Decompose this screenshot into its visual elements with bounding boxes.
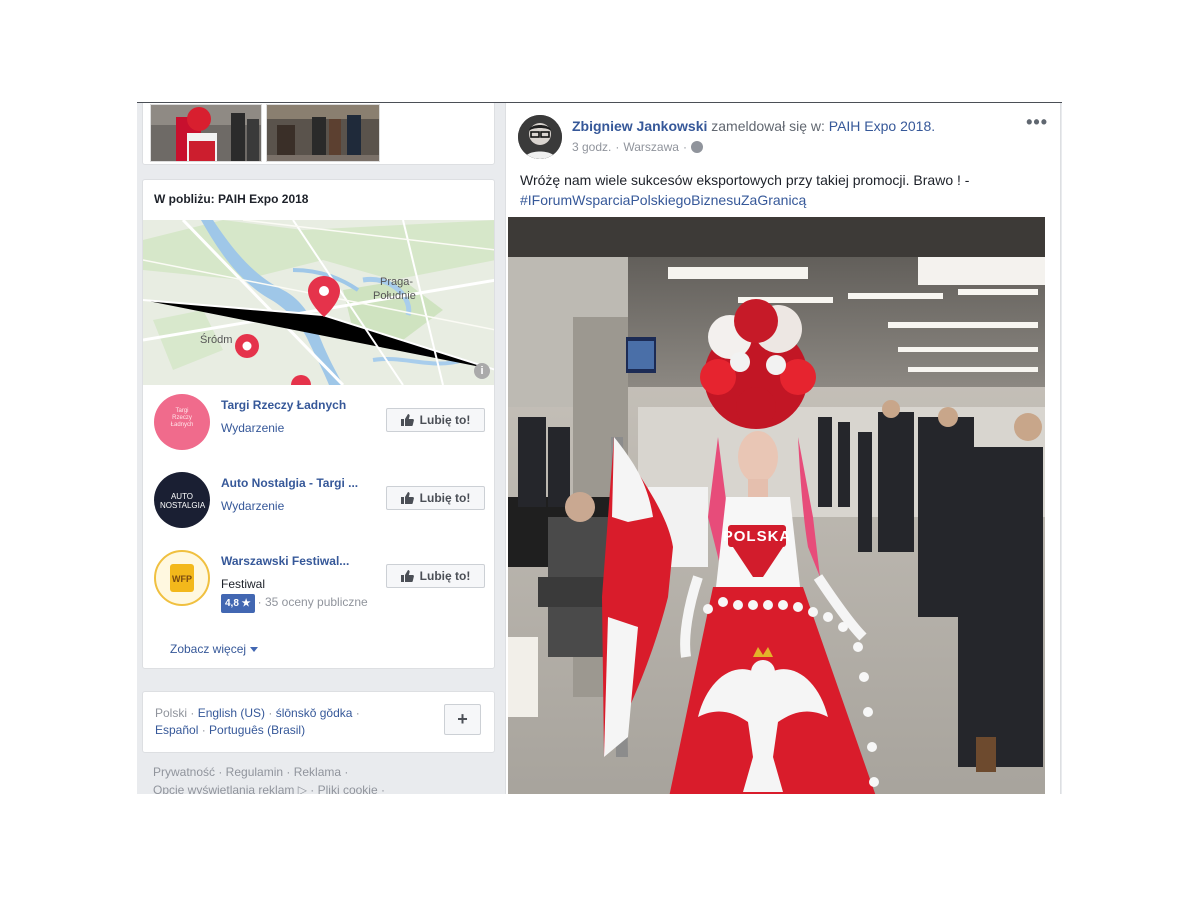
language-selector-card: Polski · English (US) · ślōnskŏ gŏdka · … <box>142 691 495 753</box>
place-logo[interactable]: AUTO NOSTALGIA <box>154 472 210 528</box>
thumbs-up-icon <box>400 570 414 582</box>
place-name[interactable]: Warszawski Festiwal... <box>221 554 381 568</box>
language-line: Polski · English (US) · ślōnskŏ gŏdka · <box>155 706 360 720</box>
like-page-button[interactable]: Lubię to! <box>386 486 485 510</box>
language-link[interactable]: English (US) <box>198 706 265 720</box>
place-logo[interactable]: WFP <box>154 550 210 606</box>
like-page-button[interactable]: Lubię to! <box>386 408 485 432</box>
language-link[interactable]: Español <box>155 723 198 737</box>
post-body: Wróżę nam wiele sukcesów eksportowych pr… <box>520 172 970 188</box>
language-line: Español · Português (Brasil) <box>155 723 306 737</box>
place-name[interactable]: Targi Rzeczy Ładnych <box>221 398 381 412</box>
map-label-srodmiescie: Śródm <box>200 334 233 346</box>
footer-line[interactable]: Prywatność · Regulamin · Reklama · <box>153 763 385 781</box>
post-location[interactable]: Warszawa <box>623 140 679 154</box>
rating-badge: 4,8 ★ <box>221 594 255 613</box>
photos-card <box>142 103 495 165</box>
post-header: Zbigniew Jankowski zameldował się w: PAI… <box>572 118 935 134</box>
post-meta: 3 godz. · Warszawa · <box>572 140 703 154</box>
place-type: Festiwal <box>221 577 266 591</box>
language-current: Polski <box>155 706 188 720</box>
nearby-place: WFP Warszawski Festiwal... Festiwal 4,8 … <box>154 550 485 630</box>
post-hashtag[interactable]: #IForumWsparciaPolskiegoBiznesuZaGranicą <box>520 190 1040 210</box>
place-name[interactable]: Auto Nostalgia - Targi ... <box>221 476 381 490</box>
polska-shirt-text: POLSKA <box>723 528 792 545</box>
post-time[interactable]: 3 godz. <box>572 140 611 154</box>
footer-links: Prywatność · Regulamin · Reklama · Opcje… <box>153 763 385 794</box>
nearby-card: W pobliżu: PAIH Expo 2018 Praga- Południ… <box>142 179 495 669</box>
footer-line[interactable]: Opcje wyświetlania reklam ▷ · Pliki cook… <box>153 781 385 794</box>
post-photo[interactable]: POLSKA <box>508 217 1045 794</box>
like-page-button[interactable]: Lubię to! <box>386 564 485 588</box>
nearby-place: AUTO NOSTALGIA Auto Nostalgia - Targi ..… <box>154 472 485 532</box>
language-link[interactable]: ślōnskŏ gŏdka <box>276 706 353 720</box>
language-link[interactable]: Português (Brasil) <box>209 723 305 737</box>
place-type[interactable]: Wydarzenie <box>221 499 284 513</box>
more-languages-button[interactable]: + <box>444 704 481 735</box>
place-rating: 4,8 ★ · 35 oceny publiczne <box>221 594 381 613</box>
photo-thumbnail[interactable] <box>150 104 262 162</box>
see-more-link[interactable]: Zobacz więcej <box>170 642 259 656</box>
author-name[interactable]: Zbigniew Jankowski <box>572 118 707 134</box>
place-logo[interactable]: Targi Rzeczy Ładnych <box>154 394 210 450</box>
nearby-place: Targi Rzeczy Ładnych Targi Rzeczy Ładnyc… <box>154 394 485 454</box>
feed-post: Zbigniew Jankowski zameldował się w: PAI… <box>505 103 1061 794</box>
checkin-place-link[interactable]: PAIH Expo 2018. <box>829 118 935 134</box>
author-avatar[interactable] <box>518 115 562 159</box>
map-info-icon[interactable]: i <box>474 363 490 379</box>
rating-count: · 35 oceny publiczne <box>257 595 368 609</box>
globe-icon <box>690 141 703 153</box>
more-options-icon[interactable]: ••• <box>1026 112 1048 133</box>
nearby-map[interactable]: Praga- Południe Śródm i <box>143 220 494 385</box>
thumbs-up-icon <box>400 492 414 504</box>
post-action: zameldował się w: <box>711 118 825 134</box>
facebook-page-frame: W pobliżu: PAIH Expo 2018 Praga- Południ… <box>137 102 1062 794</box>
map-label-poludnie: Południe <box>373 290 416 302</box>
thumbs-up-icon <box>400 414 414 426</box>
photo-thumbnail[interactable] <box>266 104 380 162</box>
nearby-title: W pobliżu: PAIH Expo 2018 <box>154 192 309 206</box>
place-type[interactable]: Wydarzenie <box>221 421 284 435</box>
map-label-praga: Praga- <box>380 276 414 288</box>
post-text: Wróżę nam wiele sukcesów eksportowych pr… <box>520 170 1040 210</box>
chevron-down-icon <box>250 647 259 653</box>
